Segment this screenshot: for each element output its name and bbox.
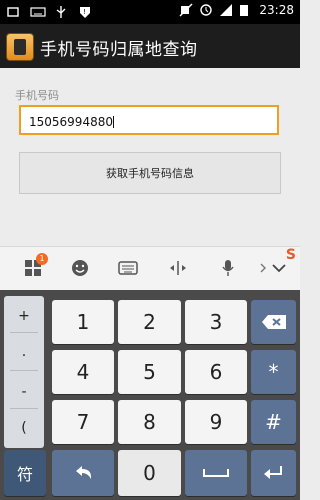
- status-bar: ! 23:28: [0, 0, 300, 24]
- phone-number-value: 15056994880: [29, 115, 113, 129]
- key-4[interactable]: 4: [52, 350, 114, 394]
- key-1[interactable]: 1: [52, 300, 114, 344]
- symbol-key-plus[interactable]: +: [4, 308, 44, 324]
- symbol-key-dot[interactable]: .: [4, 344, 44, 360]
- phone-app-icon: [6, 33, 34, 61]
- key-hash[interactable]: #: [251, 400, 296, 444]
- ime-toolbar: S 1: [0, 246, 300, 291]
- symbol-column: + . - (: [4, 296, 44, 448]
- query-button[interactable]: 获取手机号码信息: [19, 152, 281, 194]
- backspace-key[interactable]: [251, 300, 296, 344]
- text-cursor: [112, 116, 114, 128]
- return-key[interactable]: [52, 450, 114, 496]
- app-title-bar: 手机号码归属地查询: [0, 24, 300, 68]
- alarm-icon: [199, 3, 213, 17]
- symbol-mode-key[interactable]: 符: [4, 450, 46, 496]
- backspace-icon: [261, 315, 286, 329]
- collapse-chevron-down-icon[interactable]: [268, 257, 290, 279]
- cursor-move-icon[interactable]: [167, 257, 189, 279]
- key-2[interactable]: 2: [118, 300, 181, 344]
- svg-text:!: !: [83, 8, 86, 16]
- space-icon: [203, 469, 229, 477]
- mute-icon: [179, 3, 193, 17]
- usb-icon: [54, 4, 68, 18]
- main-content: 手机号码 15056994880 获取手机号码信息: [0, 68, 300, 246]
- space-key[interactable]: [185, 450, 247, 496]
- undo-arrow-icon: [76, 466, 92, 479]
- phone-number-label: 手机号码: [15, 89, 59, 102]
- apps-grid-icon[interactable]: 1: [22, 253, 48, 279]
- symbol-key-minus[interactable]: -: [4, 384, 44, 400]
- key-8[interactable]: 8: [118, 400, 181, 444]
- key-star[interactable]: *: [251, 350, 296, 394]
- key-0[interactable]: 0: [118, 450, 181, 496]
- key-6[interactable]: 6: [185, 350, 247, 394]
- status-right-icons: 23:28: [179, 3, 294, 17]
- app-title: 手机号码归属地查询: [40, 40, 198, 60]
- status-time: 23:28: [259, 3, 294, 17]
- keyboard-icon: [30, 4, 46, 18]
- key-9[interactable]: 9: [185, 400, 247, 444]
- signal-icon: [219, 3, 233, 17]
- symbol-separator: [10, 370, 38, 371]
- notification-icon: [6, 4, 20, 18]
- symbol-separator: [10, 408, 38, 409]
- symbol-separator: [10, 332, 38, 333]
- shield-icon: !: [78, 4, 92, 18]
- emoji-icon[interactable]: [69, 257, 91, 279]
- phone-number-input[interactable]: 15056994880: [19, 105, 279, 135]
- battery-icon: [239, 3, 253, 17]
- key-3[interactable]: 3: [185, 300, 247, 344]
- status-left-icons: !: [6, 4, 92, 18]
- microphone-icon[interactable]: [217, 257, 239, 279]
- key-7[interactable]: 7: [52, 400, 114, 444]
- apps-badge: 1: [36, 253, 48, 265]
- enter-key[interactable]: [251, 450, 296, 496]
- enter-icon: [263, 466, 282, 479]
- symbol-key-paren[interactable]: (: [4, 420, 44, 436]
- key-5[interactable]: 5: [118, 350, 181, 394]
- keyboard-switch-icon[interactable]: [117, 257, 139, 279]
- numeric-keyboard: + . - ( 1 2 3 4 5 6 * 7 8 9 # 符 0: [0, 290, 300, 500]
